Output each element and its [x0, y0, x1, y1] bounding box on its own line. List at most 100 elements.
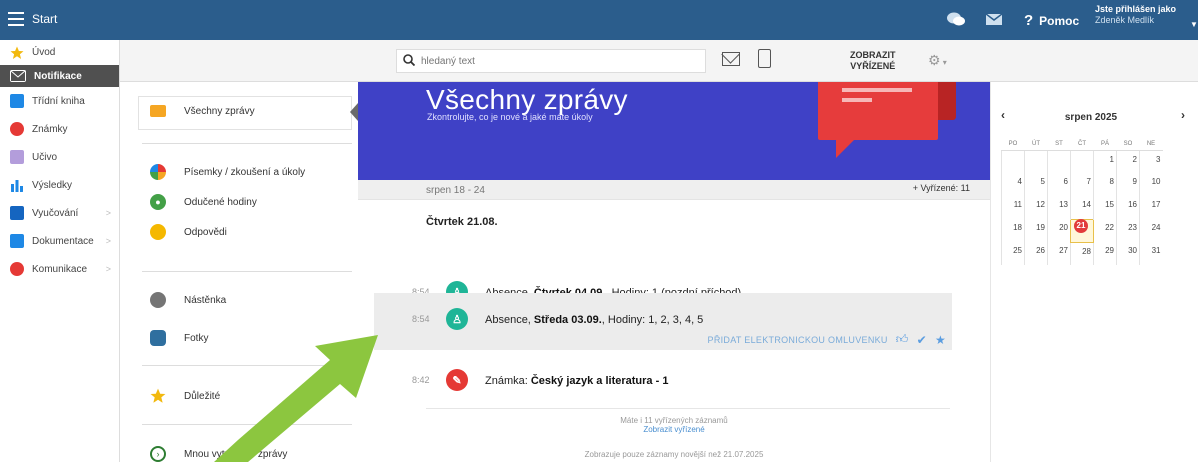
category-answers[interactable]: Odpovědi [150, 224, 227, 240]
calendar-day[interactable]: 10 [1139, 173, 1163, 196]
calendar-day[interactable]: 23 [1116, 219, 1140, 242]
divider [426, 408, 950, 409]
menu-icon[interactable] [8, 12, 24, 26]
clipboard-icon[interactable] [758, 49, 771, 68]
mail-icon [10, 70, 26, 82]
calendar-day[interactable]: 15 [1093, 196, 1117, 219]
calendar-day[interactable]: 3 [1139, 150, 1163, 173]
category-all-messages[interactable]: Všechny zprávy [150, 105, 255, 117]
divider [142, 271, 352, 272]
category-exams-tasks[interactable]: Písemky / zkoušení a úkoly [150, 164, 305, 180]
calendar-day[interactable]: 20 [1047, 219, 1071, 242]
app-title[interactable]: Start [32, 12, 57, 26]
show-done-link[interactable]: Zobrazit vyřízené [358, 425, 990, 434]
calendar-day[interactable]: 24 [1139, 219, 1163, 242]
grade-icon [10, 122, 24, 136]
calendar-empty-cell [1047, 150, 1071, 173]
calendar-day[interactable]: 6 [1047, 173, 1071, 196]
calendar-day[interactable]: 22 [1093, 219, 1117, 242]
star-icon [10, 46, 24, 59]
chevron-right-icon: > [105, 236, 111, 246]
search-icon [403, 53, 416, 69]
chat-icon[interactable] [946, 11, 966, 27]
calendar-day[interactable]: 8 [1093, 173, 1117, 196]
nav-item-vysledky[interactable]: Výsledky [0, 171, 119, 199]
search-input[interactable] [421, 55, 691, 67]
nav-item-uvod[interactable]: Úvod [0, 40, 119, 65]
calendar-day[interactable]: 25 [1001, 242, 1025, 265]
calendar-day[interactable]: 27 [1047, 242, 1071, 265]
category-important[interactable]: Důležité [150, 388, 220, 404]
teacher-icon [10, 150, 24, 164]
mail-icon[interactable] [722, 52, 740, 66]
calendar-day[interactable]: 26 [1024, 242, 1048, 265]
chevron-right-icon[interactable]: › [1181, 108, 1185, 122]
help-button[interactable]: ? Pomoc [1024, 12, 1079, 29]
calendar-day[interactable]: 1 [1093, 150, 1117, 173]
calendar-day[interactable]: 29 [1093, 242, 1117, 265]
chat-bubble-icon [818, 82, 938, 140]
week-range: srpen 18 - 24 [426, 185, 485, 196]
nav-item-ucivo[interactable]: Učivo [0, 143, 119, 171]
calendar-day[interactable]: 18 [1001, 219, 1025, 242]
calendar-day[interactable]: 14 [1070, 196, 1094, 219]
category-my-messages[interactable]: › Mnou vytvořené zprávy [150, 446, 287, 462]
show-done-button[interactable]: ZOBRAZIT VYŘÍZENÉ [850, 50, 896, 72]
nav-item-vyucovani[interactable]: Vyučování > [0, 199, 119, 227]
calendar-day[interactable]: 11 [1001, 196, 1025, 219]
chevron-left-icon[interactable]: ‹ [1001, 108, 1005, 122]
calendar-day[interactable]: 17 [1139, 196, 1163, 219]
gear-icon[interactable]: ⚙ ▾ [928, 52, 947, 69]
calendar-day[interactable]: 13 [1047, 196, 1071, 219]
calendar-empty-cell [1001, 150, 1025, 173]
calendar-empty-cell [1024, 150, 1048, 173]
category-noticeboard[interactable]: Nástěnka [150, 292, 226, 308]
calendar-day[interactable]: 31 [1139, 242, 1163, 265]
calendar-day[interactable]: 30 [1116, 242, 1140, 265]
nav-item-znamky[interactable]: Známky [0, 115, 119, 143]
done-records-info: Máte i 11 vyřízených záznamů Zobrazit vy… [358, 416, 990, 434]
calendar-day[interactable]: 4 [1001, 173, 1025, 196]
thumbs-up-icon[interactable]: 👍︎ [896, 332, 909, 347]
nav-item-notifikace[interactable]: Notifikace [0, 65, 119, 87]
left-nav: Úvod Notifikace Třídní kniha Známky Učiv… [0, 40, 120, 462]
nav-item-tridni-kniha[interactable]: Třídní kniha [0, 87, 119, 115]
calendar-day[interactable]: 12 [1024, 196, 1048, 219]
calendar-day[interactable]: 28 [1070, 242, 1094, 265]
day-heading: Čtvrtek 21.08. [426, 216, 498, 228]
star-icon [150, 388, 166, 403]
add-excuse-link[interactable]: PŘIDAT ELEKTRONICKOU OMLUVENKU [708, 335, 888, 345]
divider [142, 143, 352, 144]
weekday-label: ČT [1070, 138, 1094, 151]
star-icon[interactable]: ★ [935, 333, 946, 347]
calendar-day[interactable]: 9 [1116, 173, 1140, 196]
people-icon [10, 262, 24, 276]
calendar-grid: PO ÚT ST ČT PÁ SO NE 1 2 3 4 5 6 7 8 9 10 11 12 13 14 15 16 17… [1001, 138, 1163, 265]
user-menu[interactable]: Jste přihlášen jako Zdeněk Medlík [1095, 4, 1176, 26]
message-row[interactable]: 8:42 ✎ Známka: Český jazyk a literatura … [374, 362, 952, 400]
done-count-link[interactable]: + Vyřízené: 11 [913, 183, 970, 193]
message-row-highlighted[interactable]: 8:54 ♙ Absence, Středa 03.09., Hodiny: 1… [374, 293, 952, 350]
nav-item-komunikace[interactable]: Komunikace > [0, 255, 119, 283]
toolbar: ZOBRAZIT VYŘÍZENÉ ⚙ ▾ [120, 40, 1198, 82]
calendar-day[interactable]: 7 [1070, 173, 1094, 196]
calendar-day[interactable]: 5 [1024, 173, 1048, 196]
calendar-panel: ‹ srpen 2025 › PO ÚT ST ČT PÁ SO NE 1234567891… [990, 82, 1198, 462]
chevron-down-icon[interactable]: ▼ [1190, 20, 1198, 29]
calendar-day[interactable]: 21 [1070, 218, 1094, 243]
nav-item-dokumentace[interactable]: Dokumentace > [0, 227, 119, 255]
mail-icon[interactable] [986, 14, 1002, 25]
calendar-day[interactable]: 19 [1024, 219, 1048, 242]
check-icon[interactable]: ✔ [917, 333, 927, 347]
calendar-day[interactable]: 2 [1116, 150, 1140, 173]
category-taught-lessons[interactable]: ● Odučené hodiny [150, 194, 257, 210]
search-box[interactable] [396, 49, 706, 73]
calendar-day[interactable]: 16 [1116, 196, 1140, 219]
document-icon [10, 234, 24, 248]
category-photos[interactable]: Fotky [150, 330, 208, 346]
calendar-month: srpen 2025 [1064, 112, 1118, 123]
help-icon: ? [1024, 12, 1034, 29]
weekday-label: NE [1139, 138, 1163, 151]
answers-icon [150, 224, 166, 240]
week-bar: srpen 18 - 24 + Vyřízené: 11 [358, 180, 990, 200]
